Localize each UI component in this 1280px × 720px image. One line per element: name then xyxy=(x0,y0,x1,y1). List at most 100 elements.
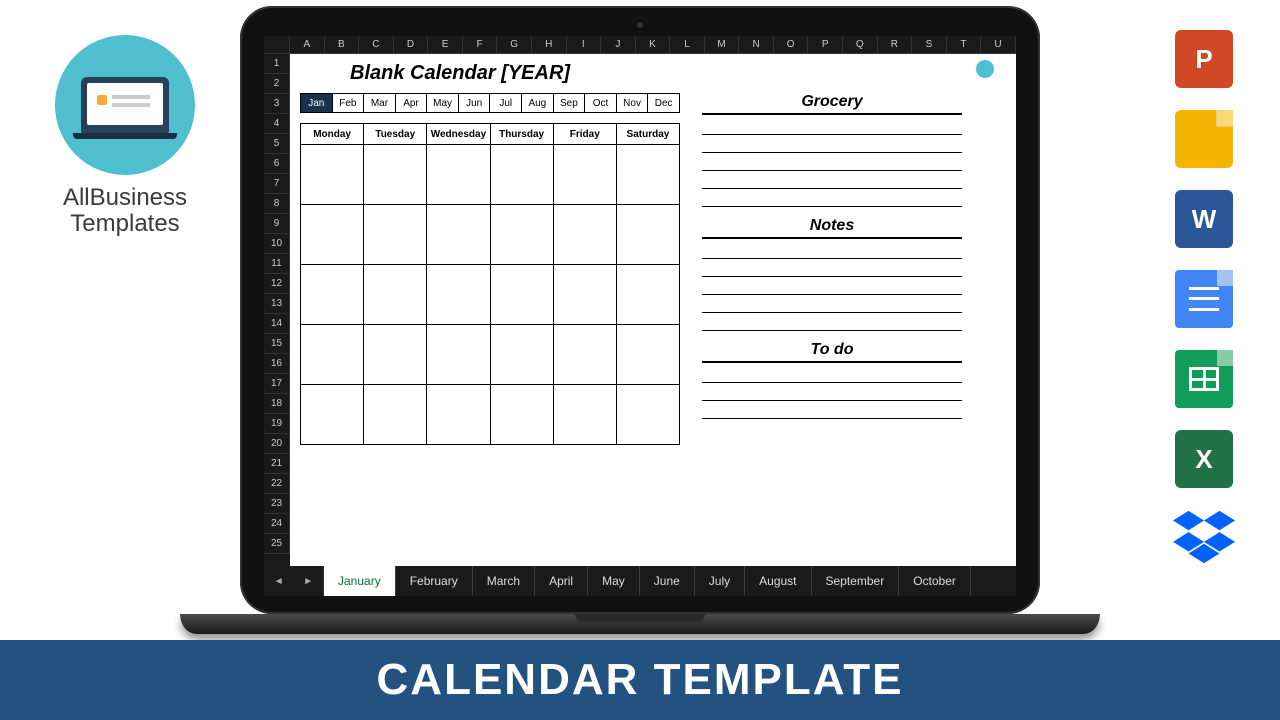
month-tab-jul[interactable]: Jul xyxy=(490,93,522,113)
calendar-cell[interactable] xyxy=(491,205,554,265)
list-line[interactable] xyxy=(702,241,962,259)
calendar-cell[interactable] xyxy=(427,325,490,385)
row-header[interactable]: 10 xyxy=(264,234,290,254)
row-header[interactable]: 7 xyxy=(264,174,290,194)
month-tab-jan[interactable]: Jan xyxy=(300,93,333,113)
calendar-cell[interactable] xyxy=(427,145,490,205)
calendar-cell[interactable] xyxy=(300,265,364,325)
column-header[interactable]: C xyxy=(359,36,394,54)
column-header[interactable]: T xyxy=(947,36,982,54)
calendar-cell[interactable] xyxy=(364,385,427,445)
calendar-cell[interactable] xyxy=(617,265,680,325)
calendar-cell[interactable] xyxy=(427,265,490,325)
sheet-tab-march[interactable]: March xyxy=(473,566,535,596)
row-header[interactable]: 22 xyxy=(264,474,290,494)
worksheet-canvas[interactable]: Blank Calendar [YEAR] JanFebMarAprMayJun… xyxy=(290,54,1016,566)
calendar-cell[interactable] xyxy=(554,205,617,265)
sheet-tab-april[interactable]: April xyxy=(535,566,588,596)
calendar-cell[interactable] xyxy=(491,265,554,325)
row-header[interactable]: 11 xyxy=(264,254,290,274)
row-header[interactable]: 4 xyxy=(264,114,290,134)
column-header[interactable]: D xyxy=(394,36,429,54)
calendar-cell[interactable] xyxy=(554,265,617,325)
month-tab-apr[interactable]: Apr xyxy=(396,93,428,113)
calendar-cell[interactable] xyxy=(617,385,680,445)
calendar-cell[interactable] xyxy=(364,145,427,205)
calendar-cell[interactable] xyxy=(491,385,554,445)
row-header[interactable]: 17 xyxy=(264,374,290,394)
column-header[interactable]: H xyxy=(532,36,567,54)
calendar-cell[interactable] xyxy=(617,325,680,385)
list-line[interactable] xyxy=(702,313,962,331)
row-header[interactable]: 20 xyxy=(264,434,290,454)
calendar-cell[interactable] xyxy=(427,205,490,265)
calendar-cell[interactable] xyxy=(617,205,680,265)
column-header[interactable]: K xyxy=(636,36,671,54)
column-header[interactable]: G xyxy=(497,36,532,54)
row-header[interactable]: 16 xyxy=(264,354,290,374)
row-header[interactable]: 1 xyxy=(264,54,290,74)
row-header[interactable]: 6 xyxy=(264,154,290,174)
calendar-cell[interactable] xyxy=(300,145,364,205)
row-header[interactable]: 13 xyxy=(264,294,290,314)
sheet-tab-october[interactable]: October xyxy=(899,566,971,596)
row-header[interactable]: 12 xyxy=(264,274,290,294)
calendar-cell[interactable] xyxy=(491,325,554,385)
row-header[interactable]: 2 xyxy=(264,74,290,94)
month-tab-mar[interactable]: Mar xyxy=(364,93,396,113)
list-line[interactable] xyxy=(702,135,962,153)
list-line[interactable] xyxy=(702,259,962,277)
row-header[interactable]: 24 xyxy=(264,514,290,534)
sheet-tab-september[interactable]: September xyxy=(812,566,900,596)
column-header[interactable]: E xyxy=(428,36,463,54)
column-header[interactable]: M xyxy=(705,36,740,54)
calendar-cell[interactable] xyxy=(300,385,364,445)
sheet-tab-july[interactable]: July xyxy=(695,566,745,596)
sheet-tab-february[interactable]: February xyxy=(396,566,473,596)
sheet-prev-icon[interactable]: ◄ xyxy=(274,576,284,587)
calendar-cell[interactable] xyxy=(617,145,680,205)
sheet-tab-january[interactable]: January xyxy=(324,566,396,596)
list-line[interactable] xyxy=(702,117,962,135)
column-header[interactable]: R xyxy=(878,36,913,54)
list-line[interactable] xyxy=(702,153,962,171)
row-header[interactable]: 19 xyxy=(264,414,290,434)
sheet-nav-arrows[interactable]: ◄ ► xyxy=(264,566,324,596)
calendar-cell[interactable] xyxy=(554,145,617,205)
calendar-cell[interactable] xyxy=(427,385,490,445)
month-tab-jun[interactable]: Jun xyxy=(459,93,491,113)
column-header[interactable]: A xyxy=(290,36,325,54)
list-line[interactable] xyxy=(702,171,962,189)
sheet-tab-june[interactable]: June xyxy=(640,566,695,596)
select-all-corner[interactable] xyxy=(264,36,290,54)
row-header[interactable]: 18 xyxy=(264,394,290,414)
column-header[interactable]: B xyxy=(325,36,360,54)
list-line[interactable] xyxy=(702,277,962,295)
calendar-cell[interactable] xyxy=(554,325,617,385)
month-tab-aug[interactable]: Aug xyxy=(522,93,554,113)
column-header[interactable]: P xyxy=(808,36,843,54)
list-line[interactable] xyxy=(702,401,962,419)
sheet-next-icon[interactable]: ► xyxy=(303,576,313,587)
column-header[interactable]: F xyxy=(463,36,498,54)
row-header[interactable]: 23 xyxy=(264,494,290,514)
column-header[interactable]: N xyxy=(739,36,774,54)
row-header[interactable]: 8 xyxy=(264,194,290,214)
calendar-cell[interactable] xyxy=(364,205,427,265)
row-header[interactable]: 14 xyxy=(264,314,290,334)
calendar-cell[interactable] xyxy=(554,385,617,445)
month-tab-dec[interactable]: Dec xyxy=(648,93,680,113)
list-line[interactable] xyxy=(702,189,962,207)
month-tab-sep[interactable]: Sep xyxy=(554,93,586,113)
row-header[interactable]: 5 xyxy=(264,134,290,154)
calendar-cell[interactable] xyxy=(491,145,554,205)
row-header[interactable]: 15 xyxy=(264,334,290,354)
row-header[interactable]: 21 xyxy=(264,454,290,474)
column-header[interactable]: I xyxy=(567,36,602,54)
list-line[interactable] xyxy=(702,295,962,313)
month-tab-feb[interactable]: Feb xyxy=(333,93,365,113)
list-line[interactable] xyxy=(702,383,962,401)
sheet-tab-may[interactable]: May xyxy=(588,566,640,596)
column-header[interactable]: Q xyxy=(843,36,878,54)
column-header[interactable]: U xyxy=(981,36,1016,54)
